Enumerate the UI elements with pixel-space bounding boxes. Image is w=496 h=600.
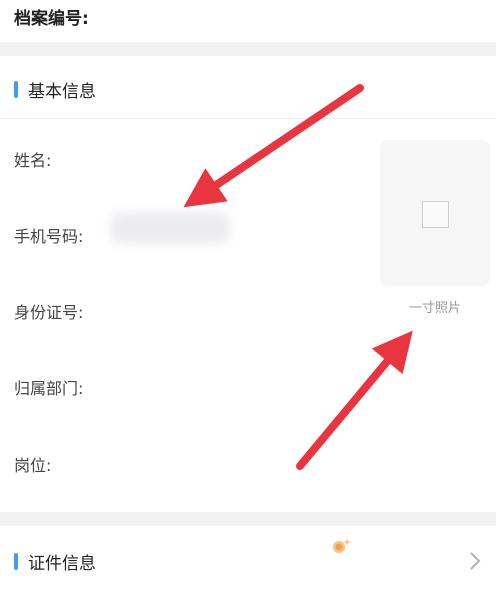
annotation-arrow [183,84,364,208]
annotation-arrow [296,330,413,470]
annotation-arrows [183,84,413,470]
